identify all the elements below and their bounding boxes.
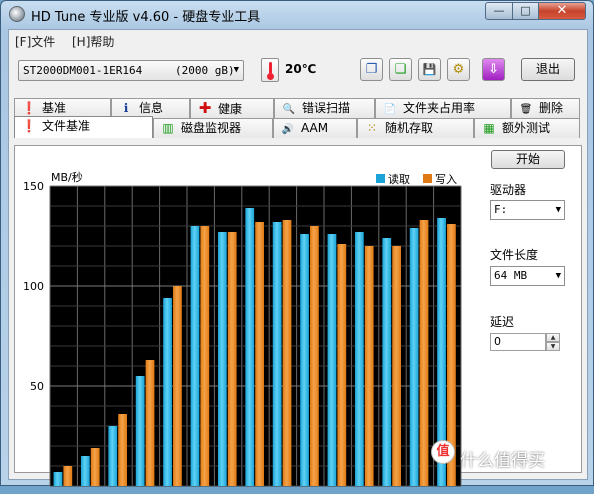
bar-read	[382, 238, 392, 486]
bar-write	[310, 226, 319, 486]
bar-write	[227, 232, 237, 486]
title-bar[interactable]: HD Tune 专业版 v4.60 - 硬盘专业工具 — □ ✕	[1, 1, 593, 27]
drive-letter-value: F:	[494, 203, 508, 216]
file-size-label: 文件长度	[490, 248, 539, 262]
bar-write	[63, 466, 73, 486]
legend-swatch	[376, 174, 385, 183]
maximize-button[interactable]: □	[512, 2, 539, 20]
y-tick-label: 150	[23, 180, 44, 193]
y-tick-label: 50	[30, 380, 44, 393]
bar-write	[392, 246, 401, 486]
chevron-down-icon: ▼	[555, 205, 561, 215]
window-title: HD Tune 专业版 v4.60 - 硬盘专业工具	[31, 10, 261, 25]
delay-up-button[interactable]: ▲	[546, 333, 560, 342]
app-logo-icon	[9, 6, 25, 22]
bar-write	[364, 246, 374, 486]
bar-write	[173, 286, 182, 486]
tab-extra-tests[interactable]: ▦ 额外测试	[474, 118, 580, 138]
bar-read	[217, 232, 227, 486]
client-area: [F]文件 [H]帮助 ST2000DM001-1ER164 (2000 gB)…	[8, 29, 588, 494]
start-button[interactable]: 开始	[491, 150, 565, 169]
watermark-logo-icon: 值	[431, 440, 455, 464]
y-tick-label: 100	[23, 280, 44, 293]
chart-container: 50100150MB/秒0.51248163264128256512102420…	[3, 31, 483, 494]
delay-input[interactable]: 0	[490, 333, 546, 351]
download-button[interactable]: ⇩	[482, 58, 505, 81]
bar-write	[337, 244, 347, 486]
app-window: HD Tune 专业版 v4.60 - 硬盘专业工具 — □ ✕ [F]文件 […	[0, 0, 594, 494]
bar-read	[80, 456, 90, 486]
delay-label: 延迟	[490, 315, 515, 329]
legend-label: 读取	[388, 172, 410, 186]
tab-erase[interactable]: 🗑 删除	[511, 98, 580, 118]
bar-read	[53, 472, 63, 486]
extra-tests-icon: ▦	[483, 121, 495, 135]
legend-label: 写入	[435, 173, 457, 186]
bar-write	[282, 220, 292, 486]
bar-read	[300, 234, 309, 486]
bar-write	[90, 448, 100, 486]
bar-write	[419, 220, 429, 486]
bar-read	[409, 228, 419, 486]
exit-button[interactable]: 退出	[521, 58, 575, 81]
bar-read	[245, 208, 255, 486]
drive-label: 驱动器	[490, 183, 527, 197]
bar-read	[354, 232, 364, 486]
bar-read	[190, 226, 200, 486]
bar-read	[163, 298, 172, 486]
close-button[interactable]: ✕	[538, 2, 586, 20]
delay-down-button[interactable]: ▼	[546, 342, 560, 351]
watermark-text: 什么值得买	[460, 451, 545, 471]
bar-write	[118, 414, 127, 486]
bar-write	[255, 222, 264, 486]
y-axis-label: MB/秒	[51, 170, 83, 184]
bar-write	[145, 360, 155, 486]
file-size-select[interactable]: 64 MB ▼	[490, 266, 565, 286]
bar-read	[327, 234, 337, 486]
minimize-button[interactable]: —	[485, 2, 513, 20]
benchmark-chart: 50100150MB/秒0.51248163264128256512102420…	[23, 170, 462, 494]
chevron-down-icon: ▼	[555, 271, 561, 281]
bar-read	[272, 222, 282, 486]
download-icon: ⇩	[488, 62, 499, 77]
bar-read	[135, 376, 145, 486]
legend-swatch	[423, 174, 432, 183]
file-size-value: 64 MB	[494, 269, 528, 282]
drive-letter-select[interactable]: F: ▼	[490, 200, 565, 220]
bar-read	[108, 426, 118, 486]
trash-icon: 🗑	[519, 104, 533, 115]
bar-write	[200, 226, 210, 486]
